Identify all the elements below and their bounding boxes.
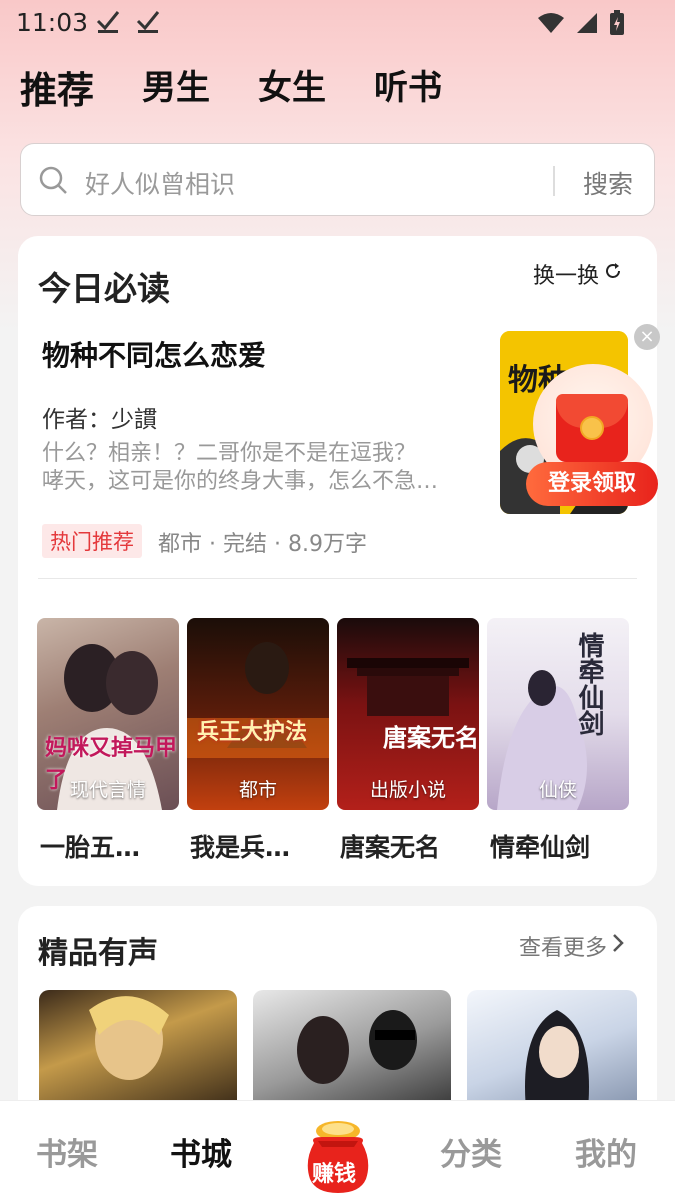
wifi-icon [537,11,565,39]
featured-book-meta: 都市 · 完结 · 8.9万字 [158,532,367,557]
check-icon [135,8,161,40]
coin-icon [580,416,604,440]
book-title[interactable]: 我是兵… [187,828,329,864]
book-cover-title: 情牵仙剑 [574,632,604,736]
status-icons [537,10,625,40]
book-cover-title: 兵王大护法 [197,720,308,745]
view-more-button[interactable]: 查看更多 [519,930,625,962]
refresh-icon [603,261,623,287]
refresh-label: 换一换 [532,264,599,289]
close-icon[interactable]: × [634,324,660,350]
search-input[interactable]: 好人似曾相识 [85,165,235,201]
nav-mine[interactable]: 我的 [575,1129,637,1174]
tab-audiobook[interactable]: 听书 [374,60,442,114]
book-item[interactable]: 情牵仙剑 仙侠 情牵仙剑 [487,618,629,864]
book-cover[interactable]: 妈咪又掉马甲了 现代言情 [37,618,179,810]
search-divider [553,166,555,196]
book-grid: 妈咪又掉马甲了 现代言情 一胎五… 兵王大护法 都市 我是兵… 唐案无名 出版小… [37,618,637,868]
nav-earn[interactable]: 赚钱 [312,1156,356,1188]
book-item[interactable]: 唐案无名 出版小说 唐案无名 [337,618,479,864]
book-item[interactable]: 妈咪又掉马甲了 现代言情 一胎五… [37,618,179,864]
book-title[interactable]: 一胎五… [37,828,179,864]
book-genre: 都市 [238,779,277,801]
status-time: 11:03 [16,8,89,37]
nav-category[interactable]: 分类 [440,1129,502,1174]
divider [38,578,637,579]
search-button[interactable]: 搜索 [583,165,633,201]
battery-charging-icon [609,10,625,40]
book-title[interactable]: 唐案无名 [337,828,479,864]
book-cover[interactable]: 唐案无名 出版小说 [337,618,479,810]
top-tabs: 推荐 男生 女生 听书 [20,60,442,114]
search-icon [37,164,69,196]
book-cover[interactable]: 兵王大护法 都市 [187,618,329,810]
check-icon [95,8,121,40]
featured-book-description: 什么？相亲！？二哥你是不是在逗我？ 哮天，这可是你的终身大事，怎么不急… [42,441,439,494]
login-claim-button[interactable]: 登录领取 [526,462,658,506]
view-more-label: 查看更多 [518,936,607,961]
chevron-right-icon [611,933,625,959]
today-must-read-card: 今日必读 换一换 物种不同怎么恋爱 作者：少謴 什么？相亲！？二哥你是不是在逗我… [18,236,660,886]
tab-female[interactable]: 女生 [258,60,326,114]
nav-bookstore[interactable]: 书城 [170,1129,232,1174]
status-bar: 11:03 [0,0,675,46]
tab-recommend[interactable]: 推荐 [20,60,94,114]
featured-book-author: 作者：少謴 [42,407,157,433]
nav-bookshelf[interactable]: 书架 [36,1129,98,1174]
search-bar[interactable]: 好人似曾相识 搜索 [20,143,655,216]
book-item[interactable]: 兵王大护法 都市 我是兵… [187,618,329,864]
hot-recommend-badge: 热门推荐 [42,524,142,558]
book-cover[interactable]: 情牵仙剑 仙侠 [487,618,629,810]
book-genre: 仙侠 [538,779,577,801]
book-title[interactable]: 情牵仙剑 [487,828,629,864]
bottom-nav: 书架 书城 赚钱 分类 我的 [0,1100,675,1200]
section-title: 精品有声 [38,936,158,971]
book-cover-title: 唐案无名 [383,724,479,752]
signal-icon [575,11,599,39]
section-title: 今日必读 [38,269,170,308]
book-genre: 现代言情 [69,779,146,801]
tab-male[interactable]: 男生 [142,60,210,114]
featured-book-title[interactable]: 物种不同怎么恋爱 [42,334,266,374]
book-genre: 出版小说 [369,779,446,801]
refresh-button[interactable]: 换一换 [533,258,623,290]
